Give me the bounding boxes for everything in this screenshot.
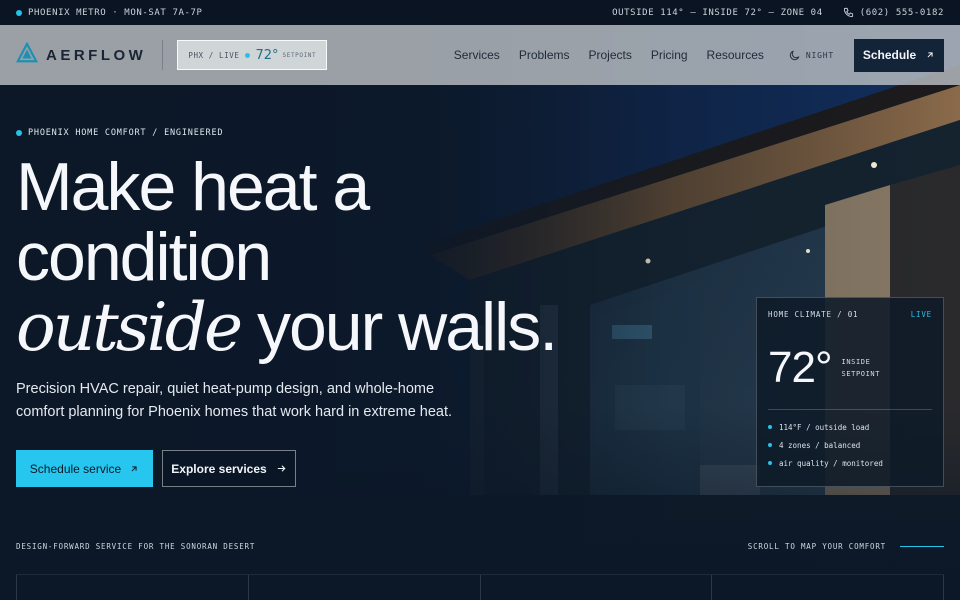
- card-temp-row: 72° INSIDE SETPOINT: [768, 343, 932, 393]
- live-chip-sub: SETPOINT: [282, 51, 317, 59]
- status-dot: [16, 9, 22, 16]
- schedule-service-label: Schedule service: [29, 461, 122, 476]
- card-stat-zones: 4 zones / balanced: [768, 436, 932, 454]
- preview-column: [16, 575, 248, 600]
- home-climate-card: HOME CLIMATE / 01 LIVE 72° INSIDE SETPOI…: [756, 297, 944, 487]
- brand-name: AERFLOW: [46, 46, 147, 64]
- stat-text: 4 zones / balanced: [779, 440, 861, 450]
- card-stat-air-quality: air quality / monitored: [768, 454, 932, 472]
- nav-links: Services Problems Projects Pricing Resou…: [435, 48, 764, 62]
- preview-column: [479, 575, 712, 600]
- eyebrow-text: PHOENIX HOME COMFORT / ENGINEERED: [28, 128, 224, 138]
- arrow-right-icon: [277, 465, 286, 472]
- explore-services-button[interactable]: Explore services: [162, 450, 296, 487]
- schedule-service-button[interactable]: Schedule service: [16, 450, 153, 487]
- climate-status: OUTSIDE 114° — INSIDE 72° — ZONE 04: [612, 7, 823, 18]
- live-chip-label: PHX / LIVE: [188, 50, 240, 60]
- live-badge: LIVE: [910, 310, 932, 319]
- live-dot: [245, 52, 251, 58]
- card-divider: [768, 409, 932, 410]
- stat-bullet: [768, 461, 772, 465]
- brand-home-link[interactable]: AERFLOW: [16, 41, 147, 68]
- theme-toggle[interactable]: NIGHT: [788, 49, 834, 62]
- hero-subcopy: Precision HVAC repair, quiet heat-pump d…: [16, 381, 453, 420]
- nav-link-resources[interactable]: Resources: [707, 48, 764, 62]
- theme-toggle-label: NIGHT: [805, 50, 834, 60]
- live-setpoint-chip: PHX / LIVE 72° SETPOINT: [177, 40, 328, 70]
- temp-label-line-2: SETPOINT: [841, 370, 881, 378]
- stat-text: air quality / monitored: [779, 458, 883, 468]
- card-header: HOME CLIMATE / 01 LIVE: [768, 310, 932, 319]
- headline-line-1: Make heat a: [16, 149, 370, 225]
- triangle-logo-icon: [16, 41, 38, 68]
- moon-icon: [789, 50, 800, 60]
- headline-line-2: condition: [16, 219, 272, 295]
- next-section-preview: [16, 574, 944, 600]
- headline-italic: outside: [16, 289, 243, 366]
- arrow-up-right-icon: [927, 52, 933, 58]
- eyebrow-dot: [16, 130, 22, 136]
- scroll-hint-label: SCROLL TO MAP YOUR COMFORT: [747, 542, 886, 551]
- live-chip-temp: 72°: [255, 47, 279, 63]
- nav-divider: [162, 40, 164, 70]
- inside-temp: 72°: [768, 343, 833, 392]
- schedule-button[interactable]: Schedule: [854, 38, 944, 72]
- main-nav: AERFLOW PHX / LIVE 72° SETPOINT Services…: [0, 25, 960, 85]
- stat-text: 114°F / outside load: [779, 422, 870, 432]
- phone-icon: [843, 7, 854, 18]
- headline-line-3: outside your walls.: [16, 292, 656, 363]
- hero-eyebrow: PHOENIX HOME COMFORT / ENGINEERED: [16, 128, 223, 138]
- utility-bar: PHOENIX METRO · MON-SAT 7A-7P OUTSIDE 11…: [0, 0, 960, 25]
- preview-column: [247, 575, 480, 600]
- nav-link-projects[interactable]: Projects: [589, 48, 632, 62]
- card-title: HOME CLIMATE / 01: [768, 310, 859, 319]
- explore-services-label: Explore services: [171, 461, 267, 476]
- hero-tagline: DESIGN-FORWARD SERVICE FOR THE SONORAN D…: [16, 542, 256, 551]
- card-stat-outside-load: 114°F / outside load: [768, 418, 932, 436]
- schedule-button-label: Schedule: [862, 48, 917, 62]
- arrow-up-right-icon: [131, 465, 137, 471]
- temp-label: INSIDE SETPOINT: [842, 356, 881, 380]
- hero-headline: Make heat a condition outside your walls…: [16, 152, 656, 363]
- stat-bullet: [768, 443, 772, 447]
- nav-link-pricing[interactable]: Pricing: [651, 48, 688, 62]
- service-area-hours: PHOENIX METRO · MON-SAT 7A-7P: [28, 7, 203, 18]
- phone-link[interactable]: (602) 555-0182: [860, 8, 944, 18]
- preview-column: [711, 575, 944, 600]
- headline-line-3-rest: your walls.: [240, 289, 558, 365]
- scroll-hint[interactable]: SCROLL TO MAP YOUR COMFORT: [748, 542, 944, 551]
- nav-link-problems[interactable]: Problems: [519, 48, 570, 62]
- stat-bullet: [768, 425, 772, 429]
- scroll-line: [900, 546, 944, 547]
- temp-label-line-1: INSIDE: [841, 358, 871, 366]
- nav-link-services[interactable]: Services: [454, 48, 500, 62]
